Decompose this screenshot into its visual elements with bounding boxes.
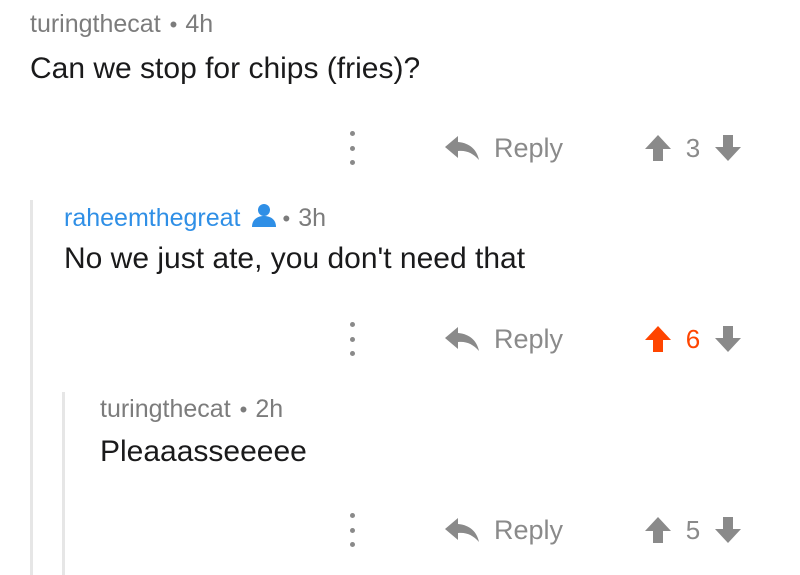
vote-score: 6 [685,323,701,354]
meta-separator: • [239,396,248,422]
reply-button[interactable]: Reply [444,510,563,550]
more-options-button[interactable] [343,322,361,356]
vote-controls: 6 [643,319,743,359]
comment-text: Pleaaasseeeee [100,435,307,468]
more-options-button[interactable] [343,513,361,547]
comment-actions: Reply 6 [0,319,800,359]
comment-2: raheemthegreat • 3h No we just ate, you … [0,190,800,385]
reply-arrow-icon [445,327,479,351]
comment-age: 2h [255,395,284,423]
vote-score: 3 [685,132,701,163]
reply-arrow-icon [445,136,479,160]
comment-meta: turingthecat • 2h [100,395,283,424]
comment-meta: turingthecat • 4h [30,10,213,39]
comment-author[interactable]: turingthecat [100,395,231,424]
reply-label: Reply [494,132,564,163]
reply-button[interactable]: Reply [444,319,563,359]
vote-score: 5 [685,514,701,545]
user-icon [251,202,277,235]
downvote-arrow-icon[interactable] [713,324,743,354]
comment-author-op[interactable]: raheemthegreat [64,204,241,233]
reply-label: Reply [494,514,564,545]
comment-1: turingthecat • 4h Can we stop for chips … [0,0,800,190]
comment-3: turingthecat • 2h Pleaaasseeeee Reply 5 [0,385,800,575]
meta-separator: • [282,205,291,231]
more-vertical-icon [349,131,355,136]
upvote-arrow-icon-active[interactable] [643,324,673,354]
more-options-button[interactable] [343,131,361,165]
upvote-arrow-icon[interactable] [643,515,673,545]
upvote-arrow-icon[interactable] [643,133,673,163]
comment-meta: raheemthegreat • 3h [64,202,326,235]
comment-actions: Reply 3 [0,128,800,168]
downvote-arrow-icon[interactable] [713,515,743,545]
comment-age: 4h [185,10,214,38]
reply-label: Reply [494,323,564,354]
vote-controls: 3 [643,128,743,168]
comment-text: No we just ate, you don't need that [64,242,526,275]
reply-button[interactable]: Reply [444,128,563,168]
comment-author[interactable]: turingthecat [30,10,161,39]
meta-separator: • [169,11,178,37]
comment-text: Can we stop for chips (fries)? [30,52,421,85]
vote-controls: 5 [643,510,743,550]
more-vertical-icon [349,322,355,327]
comment-actions: Reply 5 [0,510,800,550]
comment-age: 3h [298,204,327,232]
more-vertical-icon [349,513,355,518]
reply-arrow-icon [445,518,479,542]
downvote-arrow-icon[interactable] [713,133,743,163]
